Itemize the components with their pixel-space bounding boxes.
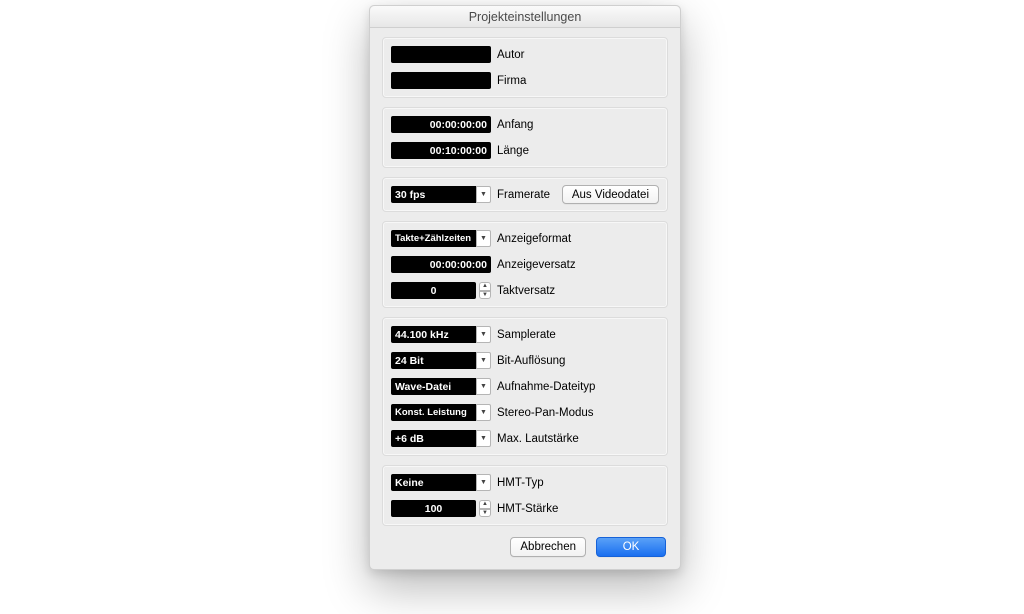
display-offset-label: Anzeigeversatz (497, 259, 576, 271)
bar-offset-step-down-icon[interactable]: ▼ (479, 291, 491, 300)
max-volume-dropdown-icon[interactable]: ▼ (476, 430, 491, 447)
display-format-select[interactable]: Takte+Zählzeiten (391, 230, 476, 247)
framerate-select[interactable]: 30 fps (391, 186, 476, 203)
company-label: Firma (497, 75, 526, 87)
bar-offset-input[interactable]: 0 (391, 282, 476, 299)
length-label: Länge (497, 145, 529, 157)
record-filetype-label: Aufnahme-Dateityp (497, 381, 595, 393)
pan-mode-label: Stereo-Pan-Modus (497, 407, 594, 419)
samplerate-dropdown-icon[interactable]: ▼ (476, 326, 491, 343)
samplerate-label: Samplerate (497, 329, 556, 341)
author-label: Autor (497, 49, 525, 61)
max-volume-select[interactable]: +6 dB (391, 430, 476, 447)
display-format-dropdown-icon[interactable]: ▼ (476, 230, 491, 247)
dialog-footer: Abbrechen OK (384, 537, 666, 557)
samplerate-select[interactable]: 44.100 kHz (391, 326, 476, 343)
panel-display: Takte+Zählzeiten ▼ Anzeigeformat 00:00:0… (382, 221, 668, 308)
panel-meta: Autor Firma (382, 37, 668, 98)
hmt-depth-label: HMT-Stärke (497, 503, 558, 515)
hmt-depth-input[interactable]: 100 (391, 500, 476, 517)
bar-offset-step-up-icon[interactable]: ▲ (479, 282, 491, 291)
max-volume-label: Max. Lautstärke (497, 433, 579, 445)
pan-mode-dropdown-icon[interactable]: ▼ (476, 404, 491, 421)
record-filetype-dropdown-icon[interactable]: ▼ (476, 378, 491, 395)
panel-hmt: Keine ▼ HMT-Typ 100 ▲ ▼ HMT-Stärke (382, 465, 668, 526)
project-settings-dialog: Projekteinstellungen Autor Firma 00:00:0… (369, 5, 681, 570)
bitdepth-dropdown-icon[interactable]: ▼ (476, 352, 491, 369)
ok-button[interactable]: OK (596, 537, 666, 557)
hmt-type-select[interactable]: Keine (391, 474, 476, 491)
pan-mode-select[interactable]: Konst. Leistung (391, 404, 476, 421)
dialog-title: Projekteinstellungen (370, 6, 680, 28)
author-input[interactable] (391, 46, 491, 63)
hmt-type-label: HMT-Typ (497, 477, 544, 489)
bitdepth-select[interactable]: 24 Bit (391, 352, 476, 369)
panel-audio: 44.100 kHz ▼ Samplerate 24 Bit ▼ Bit-Auf… (382, 317, 668, 456)
display-offset-input[interactable]: 00:00:00:00 (391, 256, 491, 273)
display-format-label: Anzeigeformat (497, 233, 571, 245)
hmt-depth-step-up-icon[interactable]: ▲ (479, 500, 491, 509)
bitdepth-label: Bit-Auflösung (497, 355, 565, 367)
start-time-label: Anfang (497, 119, 533, 131)
panel-time: 00:00:00:00 Anfang 00:10:00:00 Länge (382, 107, 668, 168)
framerate-dropdown-icon[interactable]: ▼ (476, 186, 491, 203)
panel-framerate: 30 fps ▼ Framerate Aus Videodatei (382, 177, 668, 212)
start-time-input[interactable]: 00:00:00:00 (391, 116, 491, 133)
company-input[interactable] (391, 72, 491, 89)
length-input[interactable]: 00:10:00:00 (391, 142, 491, 159)
record-filetype-select[interactable]: Wave-Datei (391, 378, 476, 395)
framerate-label: Framerate (497, 189, 550, 201)
cancel-button[interactable]: Abbrechen (510, 537, 586, 557)
hmt-type-dropdown-icon[interactable]: ▼ (476, 474, 491, 491)
from-video-button[interactable]: Aus Videodatei (562, 185, 659, 204)
bar-offset-label: Taktversatz (497, 285, 555, 297)
hmt-depth-step-down-icon[interactable]: ▼ (479, 509, 491, 518)
